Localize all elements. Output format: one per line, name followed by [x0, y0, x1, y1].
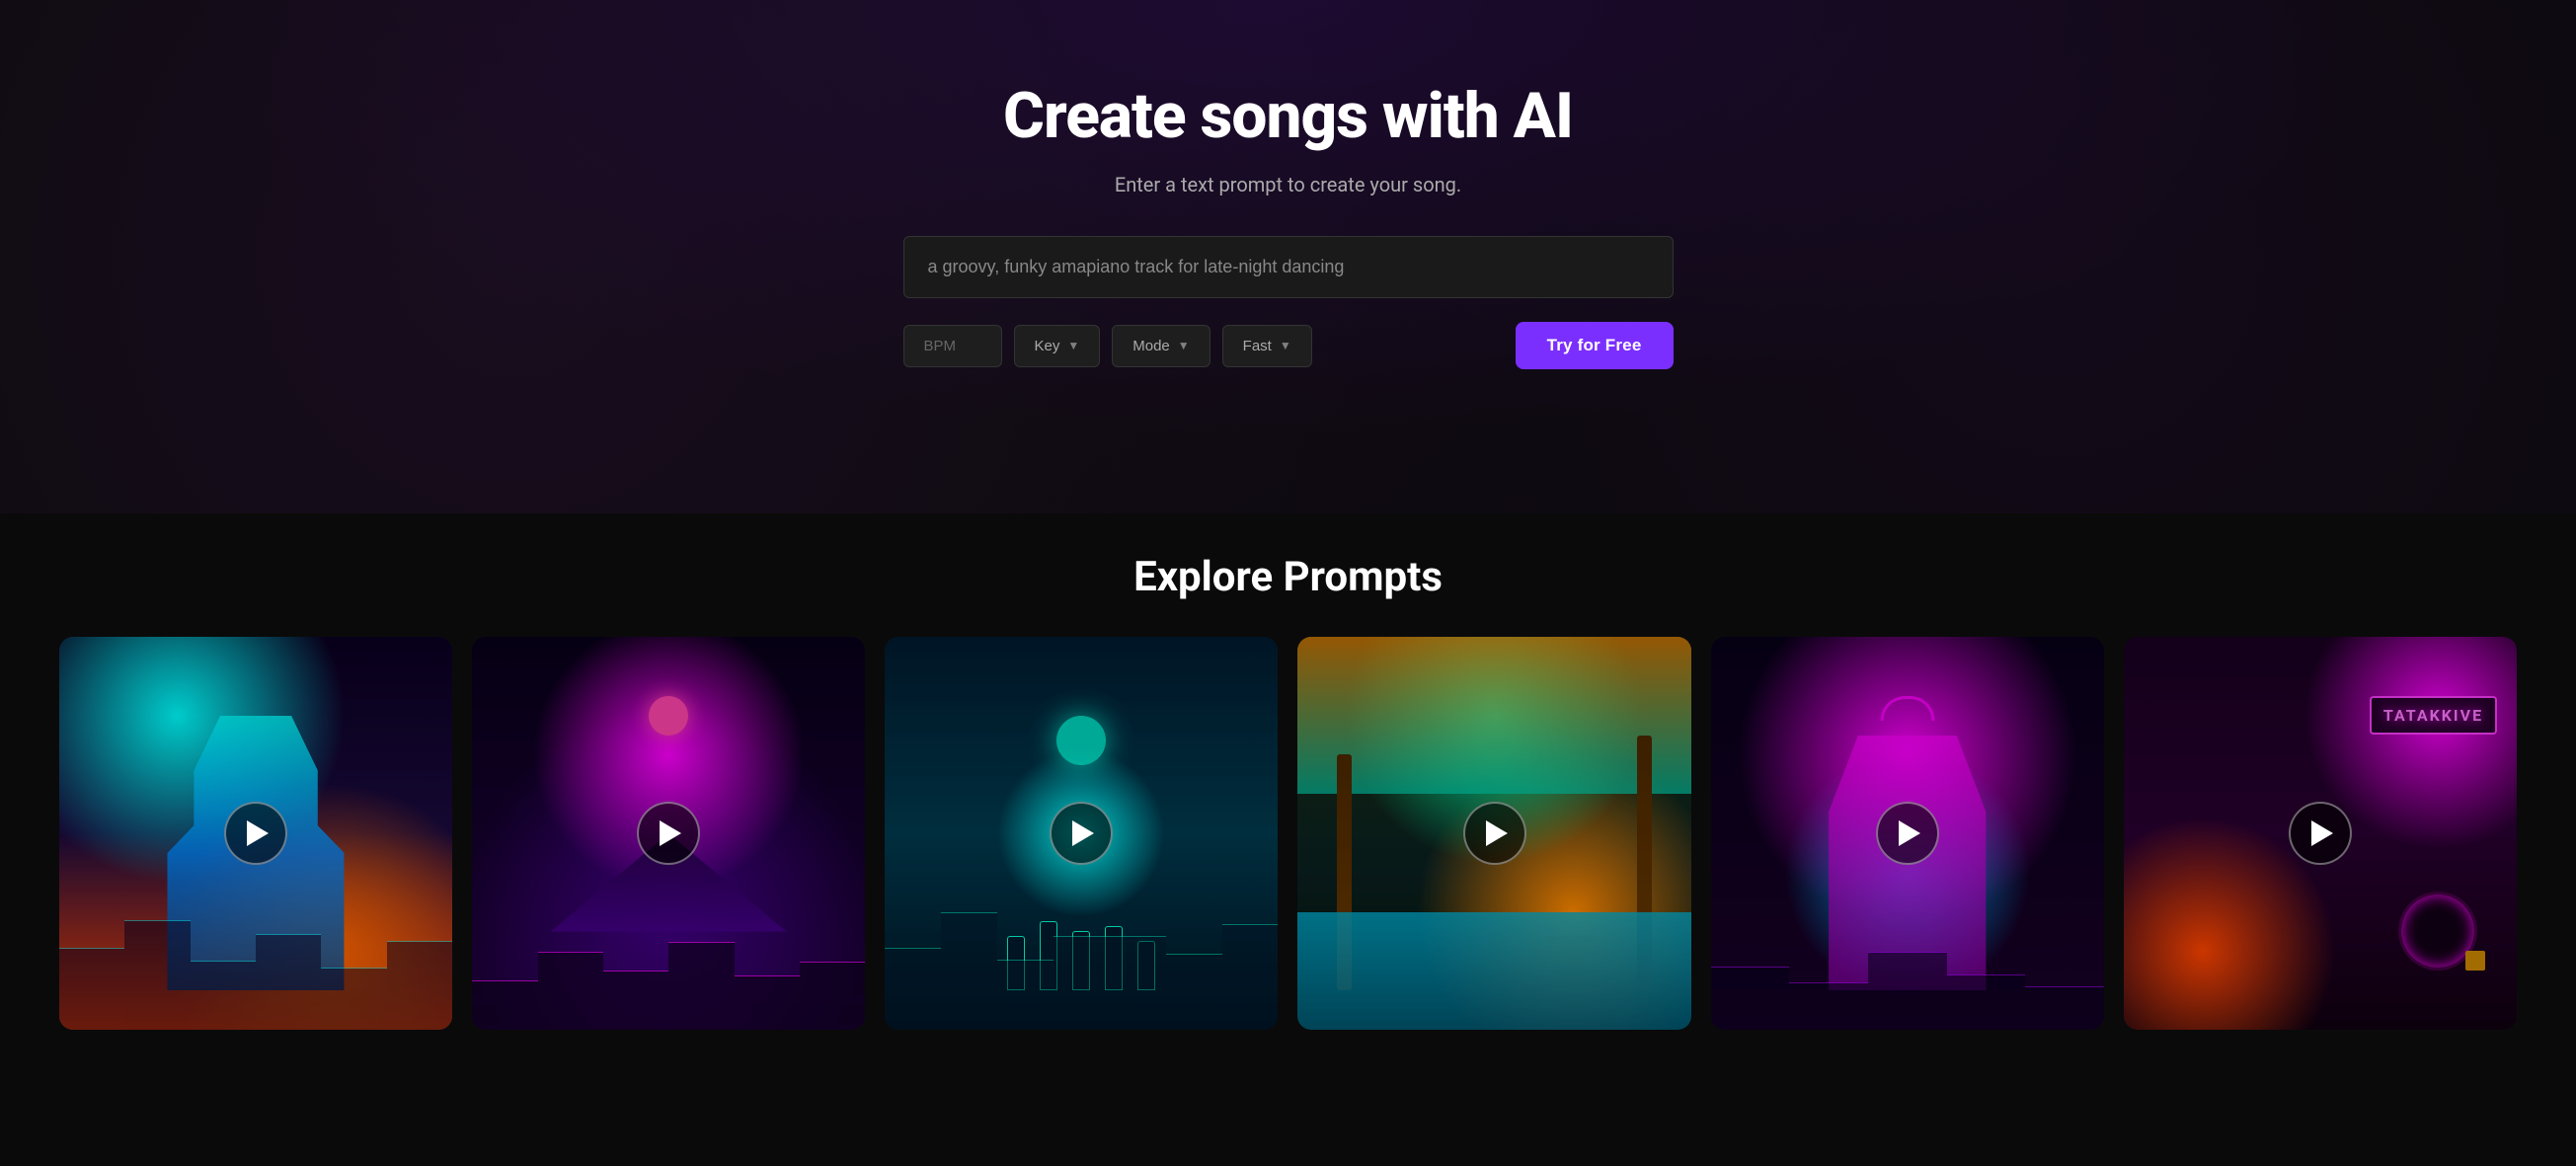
key-label: Key [1035, 338, 1060, 354]
bpm-input[interactable] [903, 325, 1002, 367]
page-wrapper: Create songs with AI Enter a text prompt… [0, 0, 2576, 1089]
card-1-play-overlay[interactable] [59, 637, 452, 1030]
mode-chevron-icon: ▼ [1178, 339, 1190, 352]
prompt-card-3[interactable] [885, 637, 1278, 1030]
play-icon-3 [1072, 820, 1094, 846]
page-title: Create songs with AI [1003, 79, 1573, 153]
play-button-5[interactable] [1876, 802, 1939, 865]
card-6-play-overlay[interactable] [2124, 637, 2517, 1030]
prompt-card-2[interactable] [472, 637, 865, 1030]
hero-content: Create songs with AI Enter a text prompt… [20, 79, 2556, 369]
prompt-card-1[interactable] [59, 637, 452, 1030]
mode-label: Mode [1132, 338, 1170, 354]
card-3-play-overlay[interactable] [885, 637, 1278, 1030]
play-button-6[interactable] [2289, 802, 2352, 865]
prompt-cards-grid: TATAKKIVE [59, 637, 2517, 1030]
key-dropdown[interactable]: Key ▼ [1014, 325, 1101, 367]
card-5-play-overlay[interactable] [1711, 637, 2104, 1030]
mode-dropdown[interactable]: Mode ▼ [1112, 325, 1210, 367]
play-button-4[interactable] [1463, 802, 1526, 865]
play-button-3[interactable] [1050, 802, 1113, 865]
speed-chevron-icon: ▼ [1280, 339, 1291, 352]
play-icon-6 [2311, 820, 2333, 846]
play-button-2[interactable] [637, 802, 700, 865]
prompt-card-6[interactable]: TATAKKIVE [2124, 637, 2517, 1030]
prompt-card-5[interactable] [1711, 637, 2104, 1030]
play-icon-2 [660, 820, 681, 846]
key-chevron-icon: ▼ [1067, 339, 1079, 352]
play-icon-4 [1486, 820, 1508, 846]
hero-section: Create songs with AI Enter a text prompt… [0, 0, 2576, 513]
prompt-container [903, 236, 1674, 298]
explore-section: Explore Prompts [0, 513, 2576, 1089]
speed-dropdown[interactable]: Fast ▼ [1222, 325, 1312, 367]
prompt-input[interactable] [903, 236, 1674, 298]
hero-subtitle: Enter a text prompt to create your song. [1115, 173, 1461, 196]
card-2-play-overlay[interactable] [472, 637, 865, 1030]
card-4-play-overlay[interactable] [1297, 637, 1690, 1030]
play-button-1[interactable] [224, 802, 287, 865]
prompt-card-4[interactable] [1297, 637, 1690, 1030]
try-for-free-button[interactable]: Try for Free [1516, 322, 1674, 369]
play-icon-5 [1899, 820, 1920, 846]
explore-title: Explore Prompts [59, 553, 2517, 601]
speed-label: Fast [1243, 338, 1272, 354]
controls-row: Key ▼ Mode ▼ Fast ▼ Try for Free [903, 322, 1674, 369]
play-icon-1 [247, 820, 269, 846]
